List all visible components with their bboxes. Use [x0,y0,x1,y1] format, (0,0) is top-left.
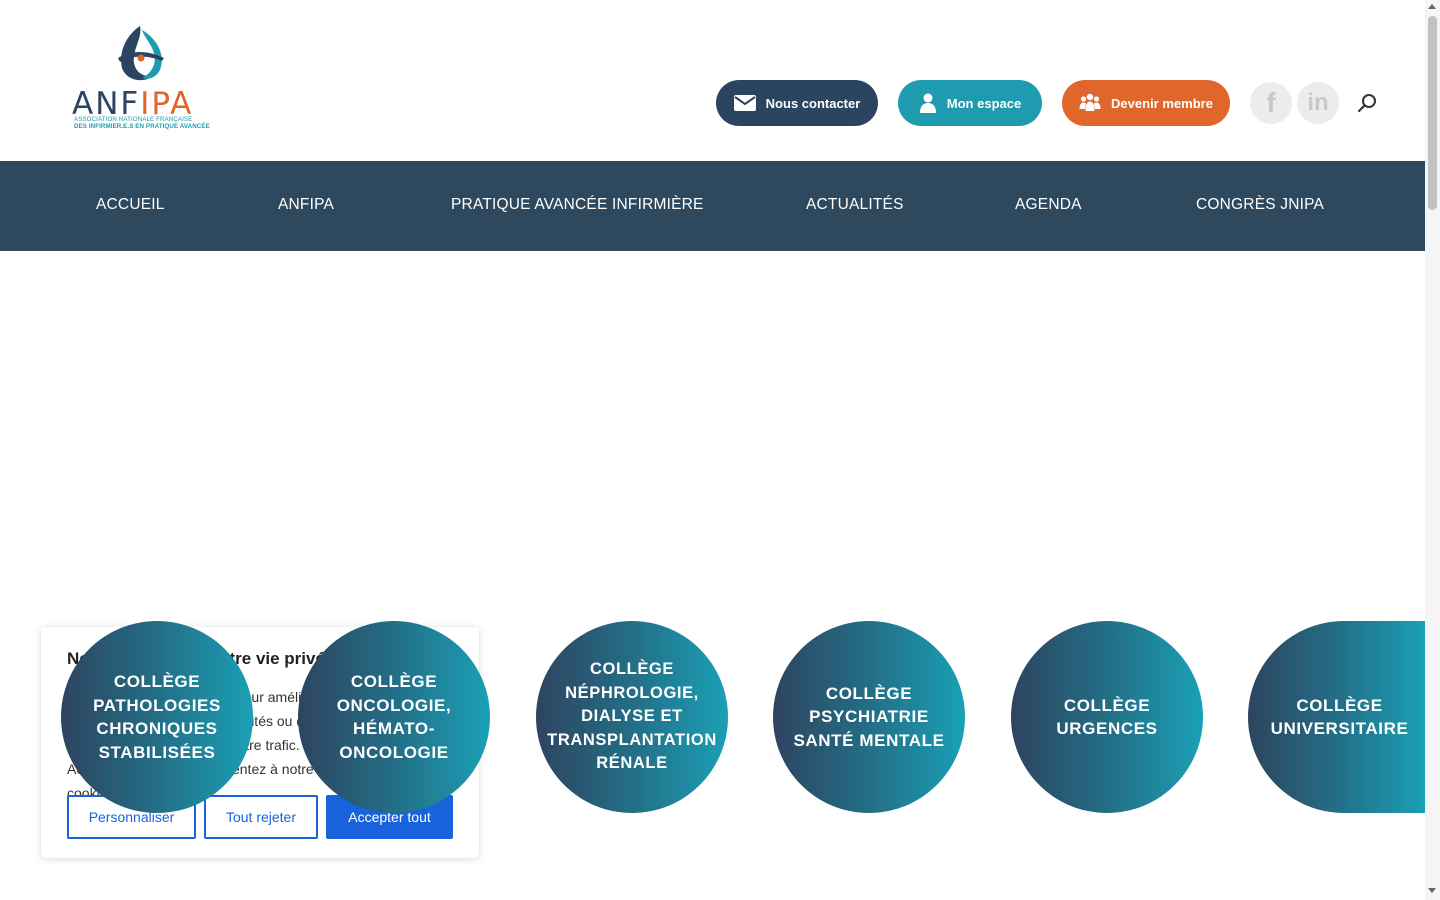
college-oncologie-link[interactable]: Collège oncologie, hémato-oncologie [298,621,490,813]
my-space-button[interactable]: Mon espace [898,80,1042,126]
college-psychiatrie-link[interactable]: Collège psychiatrie santé mentale [773,621,965,813]
anfipa-logo[interactable]: ANFIPA Association Nationale Française d… [72,24,214,134]
college-label: Collège pathologies chroniques stabilisé… [93,672,221,762]
nav-item-anfipa[interactable]: ANFIPA [278,196,334,214]
logo-subtitle-line1: Association Nationale Française [74,116,193,123]
page-scrollbar[interactable] [1425,0,1440,900]
college-pathologies-chroniques-link[interactable]: Collège pathologies chroniques stabilisé… [61,621,253,813]
college-label: Collège psychiatrie santé mentale [793,683,945,750]
college-label: Collège oncologie, hémato-oncologie [336,672,452,762]
college-label: Collège néphrologie, dialyse et transpla… [547,660,717,773]
college-label: Collège universitaire [1270,695,1409,739]
logo-subtitle-line2: des infirmier.e.s en pratique avancée [74,123,210,130]
cookie-reject-all-button[interactable]: Tout rejeter [204,795,318,839]
contact-button-label: Nous contacter [765,95,861,111]
become-member-button-label: Devenir membre [1111,95,1213,111]
facebook-icon[interactable]: f [1250,82,1292,124]
envelope-icon [733,95,756,111]
main-nav: ACCUEIL ANFIPA PRATIQUE AVANCÉE INFIRMIÈ… [0,161,1425,251]
college-label: Collège urgences [1056,695,1158,739]
site-header: ANFIPA Association Nationale Française d… [0,0,1425,161]
become-member-button[interactable]: Devenir membre [1062,80,1230,126]
contact-button[interactable]: Nous contacter [716,80,878,126]
nav-item-actualites[interactable]: ACTUALITÉS [806,196,904,214]
user-icon [919,93,936,113]
nav-item-pratique-avancee[interactable]: PRATIQUE AVANCÉE INFIRMIÈRE [451,196,704,214]
search-icon[interactable] [1356,92,1378,114]
nav-item-congres-jnipa[interactable]: CONGRÈS JNIPA [1196,196,1324,214]
college-urgences-link[interactable]: Collège urgences [1011,621,1203,813]
my-space-button-label: Mon espace [946,95,1022,111]
college-nephrologie-link[interactable]: Collège néphrologie, dialyse et transpla… [536,621,728,813]
scrollbar-thumb[interactable] [1428,16,1437,210]
logo-emblem-icon [118,26,164,81]
nav-item-accueil[interactable]: ACCUEIL [96,196,165,214]
college-universitaire-link[interactable]: Collège universitaire [1248,621,1425,813]
group-icon [1079,93,1101,111]
nav-item-agenda[interactable]: AGENDA [1015,196,1082,214]
scroll-up-arrow-icon[interactable] [1428,4,1436,9]
linkedin-icon[interactable]: in [1297,82,1339,124]
scroll-down-arrow-icon[interactable] [1428,888,1436,893]
